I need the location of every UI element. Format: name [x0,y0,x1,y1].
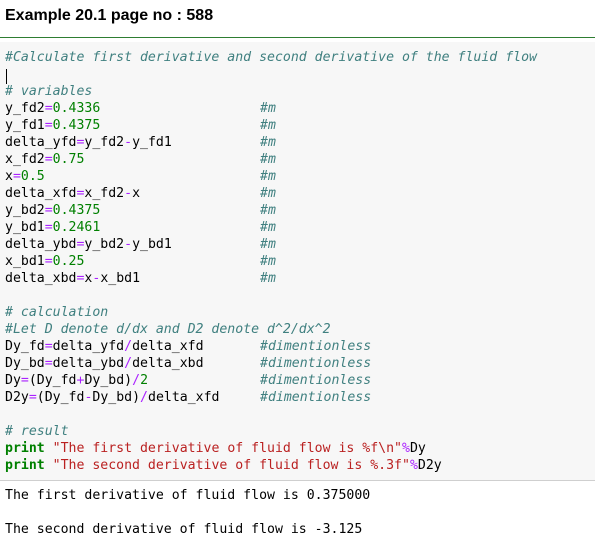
code-line-assign: x_fd2=0.75 [5,152,85,167]
text-cursor [6,69,7,84]
unit-comment: #dimentionless [260,356,372,371]
code-line-calc: Dy_fd=delta_yfd/delta_xfd [5,339,204,354]
unit-comment: #m [260,186,276,201]
unit-comment: #m [260,152,276,167]
example-heading: Example 20.1 page no : 588 [5,7,214,24]
unit-comment: #m [260,220,276,235]
unit-comment: #dimentionless [260,339,372,354]
heading-divider [0,37,595,38]
code-line-header-comment: #Calculate first derivative and second d… [5,50,537,65]
unit-comment: #m [260,135,276,150]
code-line-print: print "The second derivative of fluid fl… [5,458,442,473]
unit-comment: #m [260,203,276,218]
code-line-calc-comment: # calculation [5,305,109,320]
output-line-second-derivative: The second derivative of fluid flow is -… [5,522,363,537]
code-line-assign: delta_xfd=x_fd2-x [5,186,141,201]
code-line-assign: y_bd1=0.2461 [5,220,101,235]
unit-comment: #dimentionless [260,390,372,405]
code-line-let-comment: #Let D denote d/dx and D2 denote d^2/dx^… [5,322,331,337]
code-line-vars-comment: # variables [5,84,93,99]
unit-comment: #dimentionless [260,373,372,388]
code-line-assign: delta_ybd=y_bd2-y_bd1 [5,237,172,252]
code-line-assign: y_bd2=0.4375 [5,203,101,218]
code-line-calc: Dy_bd=delta_ybd/delta_xbd [5,356,204,371]
unit-comment: #m [260,271,276,286]
code-line-assign: delta_xbd=x-x_bd1 [5,271,141,286]
code-line-calc: Dy=(Dy_fd+Dy_bd)/2 [5,373,149,388]
unit-comment: #m [260,101,276,116]
code-line-assign: y_fd1=0.4375 [5,118,101,133]
code-line-print: print "The first derivative of fluid flo… [5,441,426,456]
code-line-calc: D2y=(Dy_fd-Dy_bd)/delta_xfd [5,390,220,405]
unit-comment: #m [260,169,276,184]
output-area: The first derivative of fluid flow is 0.… [0,480,595,549]
unit-comment: #m [260,254,276,269]
code-line-assign: y_fd2=0.4336 [5,101,101,116]
code-line-assign: delta_yfd=y_fd2-y_fd1 [5,135,172,150]
code-line-assign: x_bd1=0.25 [5,254,85,269]
code-line-assign: x=0.5 [5,169,45,184]
code-line-result-comment: # result [5,424,69,439]
output-line-first-derivative: The first derivative of fluid flow is 0.… [5,488,371,503]
unit-comment: #m [260,118,276,133]
unit-comment: #m [260,237,276,252]
